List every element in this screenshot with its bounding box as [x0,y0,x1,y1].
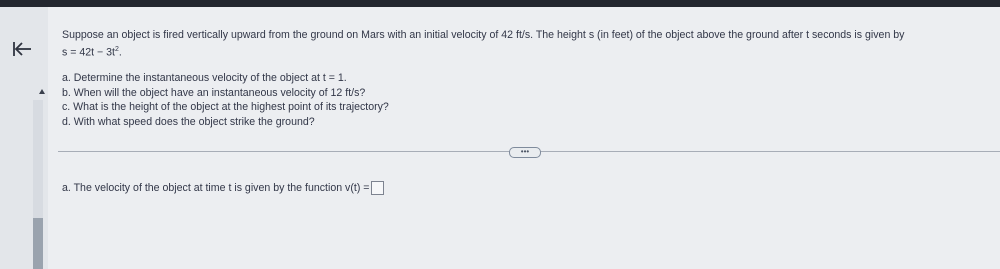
part-a: a. Determine the instantaneous velocity … [62,72,347,84]
top-bar [0,0,1000,7]
formula-main: s = 42t − 3t [62,46,116,59]
back-button[interactable] [10,38,34,60]
answer-prompt: a. The velocity of the object at time t … [62,182,370,194]
more-button[interactable]: ••• [509,147,541,158]
triangle-up-icon [39,89,45,94]
question-text: Suppose an object is fired vertically up… [62,29,905,41]
formula-end: . [118,46,122,59]
part-b: b. When will the object have an instanta… [62,86,366,99]
answer-input[interactable] [371,181,385,195]
part-c: c. What is the height of the object at t… [62,101,389,113]
answer-row: a. The velocity of the object at time t … [62,181,385,195]
scrollbar-thumb[interactable] [33,218,43,269]
arrow-bar-left-icon [13,42,31,56]
height-formula: s = 42t − 3t2. [62,46,122,59]
collapse-toggle[interactable] [38,83,46,94]
question-parts: a. Determine the instantaneous velocity … [62,71,389,129]
part-d: d. With what speed does the object strik… [62,115,315,128]
